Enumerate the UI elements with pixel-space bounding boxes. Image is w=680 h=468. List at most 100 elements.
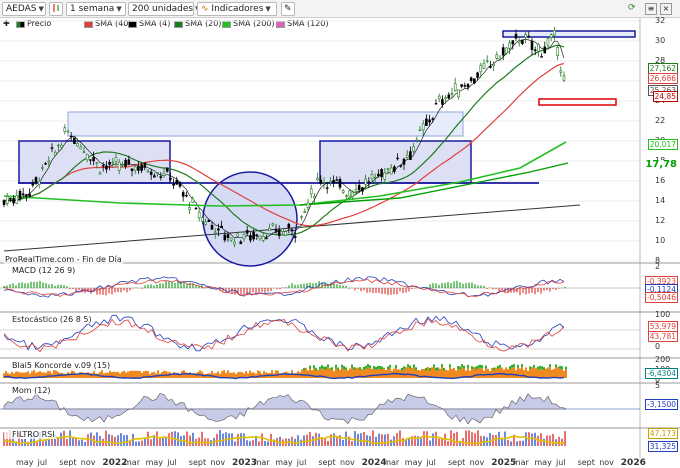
candle-body: [316, 177, 319, 181]
candle-body: [159, 176, 163, 178]
candle-body: [12, 198, 15, 204]
candle-body: [412, 146, 415, 152]
candle-body: [524, 34, 527, 38]
candle-body: [453, 83, 457, 92]
panel-tick-label: 0: [655, 342, 661, 351]
candle-body: [393, 166, 396, 172]
panel-tick-label: 5: [655, 381, 661, 390]
candle-body: [300, 216, 303, 218]
candle-body: [156, 172, 159, 174]
panel-value-tag: 31,325: [647, 441, 678, 452]
candle-body: [271, 223, 275, 226]
candle-body: [290, 229, 294, 232]
candle-body: [63, 127, 67, 132]
candle-body: [357, 184, 361, 190]
candle-body: [121, 164, 124, 166]
candle-body: [197, 211, 201, 219]
chart-canvas[interactable]: [0, 0, 680, 468]
candle-body: [18, 191, 22, 199]
candle-body: [553, 30, 556, 36]
price-tag: 26,686: [647, 73, 678, 84]
y-tick-label: 30: [655, 36, 666, 45]
macd-panel-label[interactable]: MACD (12 26 9): [4, 266, 77, 275]
x-axis-label: sept: [318, 458, 336, 467]
candle-body: [402, 158, 406, 165]
candle-body: [367, 181, 371, 183]
candle-body: [434, 103, 438, 105]
momentum-panel-label[interactable]: Mom (12): [4, 386, 52, 395]
candle-body: [492, 64, 495, 66]
koncorde-panel-label[interactable]: Blai5 Koncorde v.09 (15): [4, 361, 112, 370]
candle-body: [111, 161, 115, 164]
candle-body: [505, 47, 508, 54]
x-axis-label: nov: [599, 458, 614, 467]
x-axis-label: may: [534, 458, 552, 467]
panel-value-tag: -6,4304: [645, 368, 678, 379]
candle-body: [345, 195, 348, 197]
candle-body: [319, 179, 323, 184]
candle-body: [191, 198, 195, 203]
candle-body: [229, 237, 233, 241]
candle-body: [482, 62, 486, 69]
candle-body: [15, 195, 19, 204]
candle-body: [204, 221, 207, 225]
candle-body: [133, 166, 137, 171]
candle-body: [284, 231, 287, 236]
x-axis-label: may: [404, 458, 423, 467]
rsi-filter-panel-label[interactable]: FILTRO RSI: [4, 430, 56, 439]
y-tick-label: 16: [655, 176, 666, 185]
candle-body: [549, 34, 553, 38]
range-box-2024[interactable]: [319, 140, 472, 184]
candle-body: [172, 183, 175, 186]
candle-body: [242, 233, 246, 240]
candle-body: [517, 40, 521, 44]
candle-body: [181, 192, 185, 197]
candle-body: [335, 179, 339, 181]
x-axis-label: may: [16, 458, 34, 467]
candle-body: [101, 165, 105, 167]
watermark: ProRealTime.com - Fin de Día: [4, 255, 123, 264]
candle-body: [265, 237, 268, 240]
y-tick-label: 10: [655, 236, 666, 245]
bottom-circle[interactable]: [202, 171, 298, 267]
candle-body: [175, 179, 179, 185]
candle-body: [444, 97, 447, 100]
candle-body: [396, 157, 399, 160]
x-axis-label: may: [145, 458, 164, 467]
candle-body: [476, 72, 479, 78]
candle-body: [293, 236, 297, 238]
candle-body: [220, 225, 223, 229]
price-tag: 24,85: [652, 91, 678, 102]
candle-body: [140, 164, 143, 171]
support-red-box[interactable]: [538, 98, 617, 106]
candle-body: [53, 151, 57, 156]
candle-body: [511, 40, 515, 45]
resistance-zone-box[interactable]: [67, 111, 464, 137]
candle-body: [527, 35, 531, 38]
y-tick-label: 22: [655, 116, 666, 125]
x-axis-label: nov: [469, 458, 485, 467]
candle-body: [239, 241, 243, 244]
price-tag: 17,78: [644, 159, 678, 170]
x-axis-label: may: [275, 458, 293, 467]
candle-body: [437, 95, 441, 100]
candle-body: [226, 234, 230, 238]
y-tick-label: 14: [655, 196, 666, 205]
candle-body: [31, 182, 35, 186]
candle-body: [421, 123, 425, 131]
candle-body: [361, 187, 364, 192]
candle-body: [338, 179, 342, 188]
candle-body: [127, 159, 131, 165]
candle-body: [485, 60, 489, 62]
top-box[interactable]: [502, 30, 636, 38]
candle-body: [76, 143, 79, 147]
candle-body: [169, 177, 172, 180]
candle-body: [473, 78, 476, 84]
candle-body: [217, 228, 220, 231]
candle-body: [92, 157, 95, 162]
candle-body: [255, 234, 259, 236]
candle-body: [25, 194, 28, 197]
candle-body: [69, 135, 73, 138]
stochastic-panel-label[interactable]: Estocástico (26 8 5): [4, 315, 93, 324]
x-axis-label: sept: [577, 458, 595, 467]
